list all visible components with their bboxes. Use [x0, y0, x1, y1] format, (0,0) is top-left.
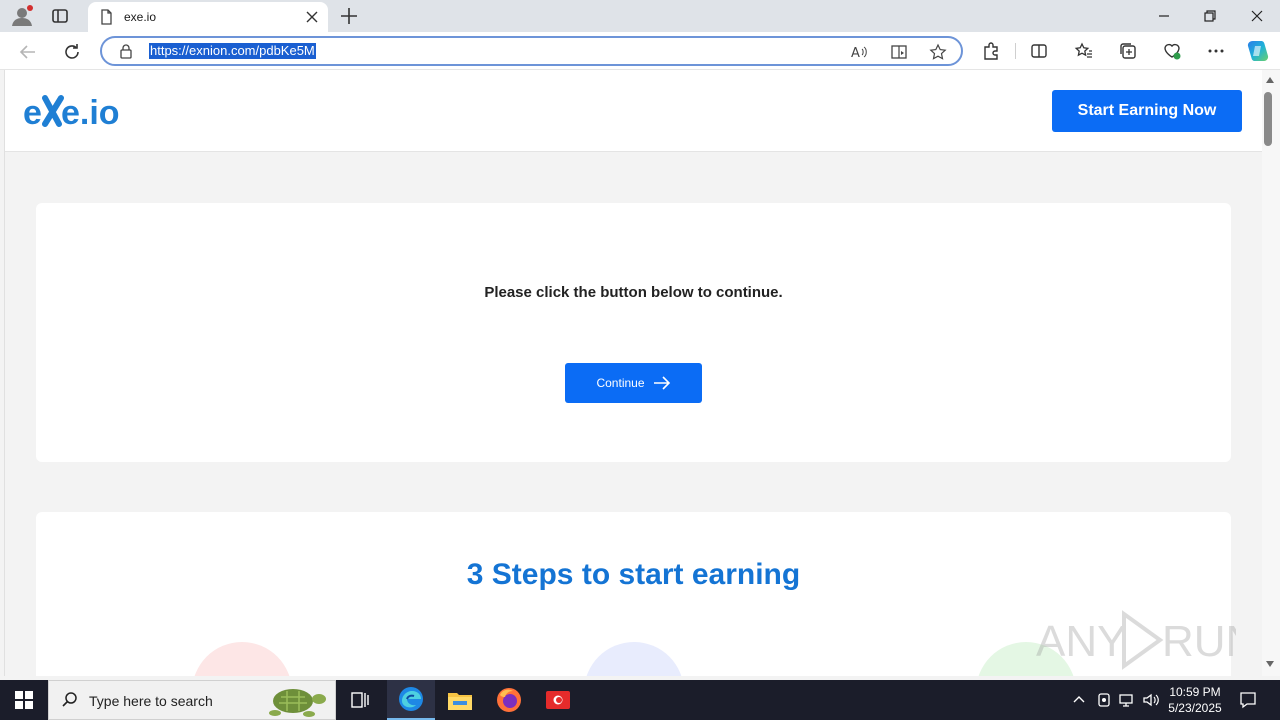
clock-date: 5/23/2025 [1168, 701, 1222, 715]
volume-icon[interactable] [1142, 691, 1160, 709]
device-status-icon[interactable] [1095, 691, 1113, 709]
step-1-circle [192, 642, 292, 676]
close-window-icon[interactable] [1247, 6, 1267, 26]
close-tab-icon[interactable] [304, 9, 320, 25]
start-button[interactable] [0, 680, 48, 720]
scroll-up-arrow-icon[interactable] [1265, 76, 1275, 84]
taskbar-file-explorer-app[interactable] [436, 680, 484, 720]
page-scrollbar[interactable] [1262, 70, 1280, 676]
continue-button[interactable]: Continue [565, 363, 702, 403]
svg-text:ANY: ANY [1036, 617, 1126, 666]
windows-taskbar: Type here to search 10:59 PM 5/23/2025 [0, 680, 1280, 720]
new-tab-icon[interactable] [338, 5, 360, 27]
read-aloud-icon[interactable]: A [850, 43, 868, 61]
browser-toolbar: https://exnion.com/pdbKe5M A [0, 32, 1280, 70]
tab-actions-icon[interactable] [50, 6, 70, 26]
show-hidden-icons-chevron-icon[interactable] [1070, 691, 1088, 709]
favorite-star-icon[interactable] [929, 43, 947, 61]
windows-logo-icon [15, 691, 33, 709]
refresh-icon[interactable] [61, 41, 83, 63]
svg-text:e.io: e.io [61, 94, 120, 132]
tab-title: exe.io [124, 10, 157, 24]
steps-heading: 3 Steps to start earning [466, 558, 801, 591]
continue-button-label: Continue [596, 376, 645, 390]
browser-essentials-icon[interactable] [1162, 41, 1182, 61]
address-bar[interactable]: https://exnion.com/pdbKe5M A [100, 36, 963, 66]
scrollbar-thumb[interactable] [1264, 92, 1272, 146]
favorites-icon[interactable] [1074, 41, 1094, 61]
start-earning-now-button[interactable]: Start Earning Now [1052, 90, 1242, 132]
network-icon[interactable] [1118, 691, 1136, 709]
file-explorer-icon [448, 693, 472, 710]
arrow-right-icon [653, 376, 670, 390]
continue-card: Please click the button below to continu… [36, 203, 1231, 462]
svg-text:A: A [851, 46, 860, 61]
search-icon [62, 692, 77, 707]
firefox-icon [497, 688, 521, 712]
task-view-button[interactable] [336, 680, 384, 720]
svg-text:RUN: RUN [1162, 617, 1236, 666]
page-viewport: e e.io Start Earning Now Please click th… [4, 70, 1262, 676]
turtle-search-highlight-icon [269, 689, 326, 717]
notifications-icon[interactable] [1238, 690, 1258, 710]
taskbar-firefox-app[interactable] [485, 680, 533, 720]
copilot-icon[interactable] [1246, 39, 1270, 63]
collections-icon[interactable] [1118, 41, 1138, 61]
browser-tab-active[interactable]: exe.io [88, 2, 328, 32]
taskbar-search-box[interactable]: Type here to search [48, 680, 336, 720]
lock-icon[interactable] [118, 43, 134, 59]
back-icon[interactable] [17, 41, 39, 63]
continue-message: Please click the button below to continu… [484, 284, 783, 301]
svg-text:e: e [23, 94, 42, 132]
toolbar-separator [1015, 43, 1016, 59]
clock-time: 10:59 PM [1169, 685, 1221, 699]
restore-window-icon[interactable] [1200, 6, 1220, 26]
taskbar-edge-app[interactable] [387, 680, 435, 720]
exe-io-logo[interactable]: e e.io [23, 84, 133, 136]
site-header: e e.io Start Earning Now [5, 70, 1262, 152]
more-options-icon[interactable] [1206, 41, 1226, 61]
extensions-icon[interactable] [981, 41, 1001, 61]
taskbar-anyrun-app[interactable] [534, 680, 582, 720]
split-screen-icon[interactable] [1029, 41, 1049, 61]
url-text[interactable]: https://exnion.com/pdbKe5M [149, 43, 316, 59]
edge-browser-icon [399, 687, 423, 711]
profile-avatar-icon[interactable] [10, 5, 34, 27]
taskbar-clock[interactable]: 10:59 PM 5/23/2025 [1160, 684, 1230, 716]
task-view-icon [351, 692, 369, 708]
step-2-circle [584, 642, 684, 676]
minimize-window-icon[interactable] [1154, 6, 1174, 26]
anyrun-app-icon [546, 691, 570, 709]
immersive-reader-icon[interactable] [890, 43, 908, 61]
anyrun-watermark-logo: ANY RUN [1036, 610, 1236, 670]
page-favicon-icon [101, 9, 112, 25]
scroll-down-arrow-icon[interactable] [1265, 660, 1275, 668]
browser-tab-bar: exe.io [0, 0, 1280, 32]
search-placeholder: Type here to search [89, 693, 213, 709]
